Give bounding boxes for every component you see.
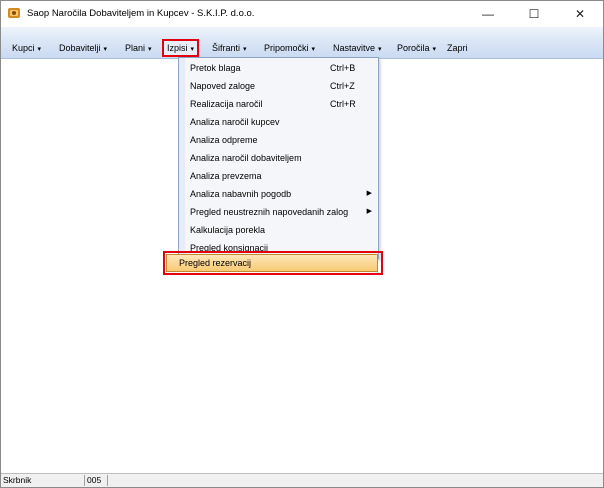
menu-item-napoved-zaloge[interactable]: Napoved zaloge Ctrl+Z — [185, 77, 378, 95]
chevron-down-icon: ▾ — [378, 46, 382, 53]
menu-item-label: Kalkulacija porekla — [190, 225, 266, 235]
menu-item-realizacija-narocil[interactable]: Realizacija naročil Ctrl+R — [185, 95, 378, 113]
menu-item-shortcut: Ctrl+B — [330, 63, 356, 73]
submenu-arrow-icon: ▶ — [366, 190, 372, 197]
menu-item-analiza-narocil-dobaviteljem[interactable]: Analiza naročil dobaviteljem — [185, 149, 378, 167]
menu-label: Šifranti — [212, 43, 241, 53]
menu-bar: Kupci ▾ Dobavitelji ▾ Plani ▾ Izpisi ▾ Šifra… — [1, 27, 603, 59]
menu-sifranti[interactable]: Šifranti ▾ — [212, 41, 247, 55]
menu-label: Dobavitelji — [59, 43, 101, 53]
menu-item-label: Analiza odpreme — [190, 135, 258, 145]
chevron-down-icon: ▾ — [148, 46, 152, 53]
menu-label: Izpisi — [167, 43, 188, 53]
chevron-down-icon: ▾ — [311, 46, 316, 53]
maximize-button[interactable]: ☐ — [511, 1, 557, 27]
maximize-icon: ☐ — [528, 7, 540, 21]
izpisi-dropdown-menu: Pretok blaga Ctrl+B Napoved zaloge Ctrl+… — [178, 57, 379, 259]
menu-dobavitelji[interactable]: Dobavitelji ▾ — [59, 41, 107, 55]
menu-label: Zapri — [447, 43, 468, 53]
chevron-down-icon: ▾ — [432, 46, 437, 53]
close-icon: ✕ — [574, 7, 586, 21]
status-user: Skrbnik — [1, 475, 85, 486]
status-bar: Skrbnik 005 — [1, 473, 603, 487]
menu-kupci[interactable]: Kupci ▾ — [12, 41, 41, 55]
menu-item-label: Analiza nabavnih pogodb — [190, 189, 292, 199]
menu-nastavitve[interactable]: Nastavitve ▾ — [333, 41, 382, 55]
menu-item-kalkulacija-porekla[interactable]: Kalkulacija porekla — [185, 221, 378, 239]
menu-plani[interactable]: Plani ▾ — [125, 41, 152, 55]
menu-pripomocki[interactable]: Pripomočki ▾ — [264, 41, 315, 55]
menu-item-label: Analiza naročil kupcev — [190, 117, 280, 127]
menu-item-analiza-narocil-kupcev[interactable]: Analiza naročil kupcev — [185, 113, 378, 131]
app-window: Saop Naročila Dobaviteljem in Kupcev - S… — [0, 0, 604, 488]
menu-item-label: Analiza prevzema — [190, 171, 262, 181]
menu-item-analiza-nabavnih-pogodb[interactable]: Analiza nabavnih pogodb ▶ — [185, 185, 378, 203]
chevron-down-icon: ▾ — [37, 46, 42, 53]
menu-item-label: Realizacija naročil — [190, 99, 263, 109]
menu-item-pregled-neustreznih-napovedanih-zalog[interactable]: Pregled neustreznih napovedanih zalog ▶ — [185, 203, 378, 221]
submenu-arrow-icon: ▶ — [366, 208, 372, 215]
chevron-down-icon: ▾ — [243, 46, 247, 53]
minimize-button[interactable]: — — [465, 1, 511, 27]
app-logo-icon — [8, 8, 20, 18]
menu-zapri[interactable]: Zapri — [447, 41, 468, 55]
menu-item-shortcut: Ctrl+Z — [330, 81, 355, 91]
chevron-down-icon: ▾ — [103, 46, 108, 53]
menu-item-pretok-blaga[interactable]: Pretok blaga Ctrl+B — [185, 59, 378, 77]
menu-item-label: Analiza naročil dobaviteljem — [190, 153, 302, 163]
menu-item-analiza-odpreme[interactable]: Analiza odpreme — [185, 131, 378, 149]
minimize-icon: — — [482, 7, 494, 21]
title-bar: Saop Naročila Dobaviteljem in Kupcev - S… — [1, 1, 603, 27]
chevron-down-icon: ▾ — [190, 46, 195, 53]
menu-item-analiza-prevzema[interactable]: Analiza prevzema — [185, 167, 378, 185]
menu-label: Pripomočki — [264, 43, 309, 53]
close-button[interactable]: ✕ — [557, 1, 603, 27]
menu-label: Poročila — [397, 43, 430, 53]
status-code: 005 — [85, 475, 108, 486]
menu-item-label: Pregled neustreznih napovedanih zalog — [190, 207, 349, 217]
menu-label: Plani — [125, 43, 146, 53]
menu-label: Nastavitve — [333, 43, 376, 53]
annotation-highlight-box — [163, 251, 383, 275]
menu-item-label: Pretok blaga — [190, 63, 241, 73]
menu-izpisi[interactable]: Izpisi ▾ — [161, 39, 200, 57]
menu-porocila[interactable]: Poročila ▾ — [397, 41, 436, 55]
menu-item-shortcut: Ctrl+R — [330, 99, 356, 109]
menubar-top-strip — [1, 27, 603, 38]
window-title: Saop Naročila Dobaviteljem in Kupcev - S… — [27, 8, 255, 19]
menu-label: Kupci — [12, 43, 35, 53]
menu-item-label: Napoved zaloge — [190, 81, 256, 91]
